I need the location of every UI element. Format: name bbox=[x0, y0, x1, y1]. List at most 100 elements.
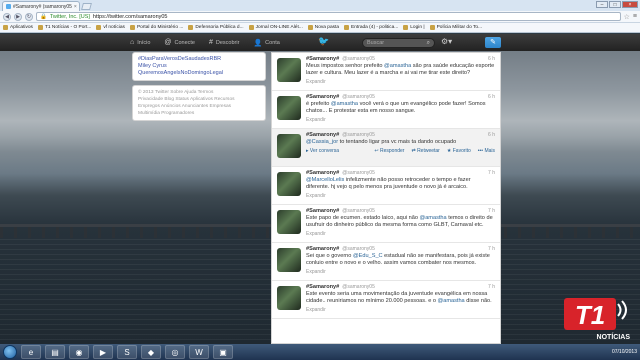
tweet-time[interactable]: 7 h bbox=[488, 246, 495, 252]
bookmark-star-icon[interactable]: ☆ bbox=[624, 13, 630, 21]
settings-gear-icon[interactable]: ⚙▾ bbox=[441, 37, 452, 46]
search-input[interactable]: Buscar ⌕ bbox=[362, 38, 435, 48]
trend-item[interactable]: #DiasParaVerosDeSaudadesRBR bbox=[138, 56, 260, 63]
back-button[interactable]: ◀ bbox=[3, 12, 11, 21]
maximize-button[interactable]: □ bbox=[609, 1, 621, 8]
mention-link[interactable]: @amastha bbox=[331, 101, 358, 107]
tweet-author-name[interactable]: #Samarony# bbox=[306, 170, 339, 176]
app-icon[interactable]: ◎ bbox=[165, 345, 185, 359]
mention-link[interactable]: @amastha bbox=[420, 215, 447, 221]
tweet-handle[interactable]: @samarony05 bbox=[342, 56, 375, 62]
tweet-handle[interactable]: @samarony05 bbox=[342, 246, 375, 252]
tweet[interactable]: #Samarony# @samarony05 7 h Sei que o gover… bbox=[272, 243, 500, 281]
tweet[interactable]: #Samarony# @samarony05 7 h Este papo de ec… bbox=[272, 205, 500, 243]
bookmark-item[interactable]: Defensoria Pública d... bbox=[188, 25, 244, 30]
bookmark-item[interactable]: Nova pasta bbox=[307, 25, 339, 30]
bookmark-item[interactable]: Jornal ON-LINE Alét... bbox=[248, 25, 303, 30]
compose-tweet-button[interactable]: ✎ bbox=[485, 37, 501, 48]
footer-links[interactable]: © 2013 Twitter Sobre Ajuda Termos bbox=[138, 89, 260, 96]
expand-link[interactable]: Expandir bbox=[306, 307, 495, 313]
avatar[interactable] bbox=[277, 172, 301, 196]
app-icon[interactable]: ◆ bbox=[141, 345, 161, 359]
tweet-time[interactable]: 7 h bbox=[488, 208, 495, 214]
tweet-time[interactable]: 7 h bbox=[488, 284, 495, 290]
reply-button[interactable]: ↩ Responder bbox=[374, 148, 404, 154]
chrome-icon[interactable]: ◉ bbox=[69, 345, 89, 359]
mention-link[interactable]: @MarcelloLelis bbox=[306, 177, 344, 183]
tab-close-icon[interactable]: × bbox=[74, 4, 77, 10]
view-conversation-link[interactable]: ▸ Ver conversa bbox=[306, 148, 339, 154]
start-button[interactable] bbox=[3, 345, 17, 359]
avatar[interactable] bbox=[277, 58, 301, 82]
tweet-author-name[interactable]: #Samarony# bbox=[306, 56, 339, 62]
tweet-handle[interactable]: @samarony05 bbox=[342, 94, 375, 100]
twitter-bird-icon[interactable]: 🐦 bbox=[318, 36, 329, 47]
bookmark-item[interactable]: Portal do Ministério ... bbox=[129, 25, 183, 30]
mention-link[interactable]: @Edu_S_C bbox=[353, 253, 383, 259]
skype-icon[interactable]: S bbox=[117, 345, 137, 359]
bookmark-item[interactable]: Aplicativos bbox=[3, 25, 33, 30]
avatar[interactable] bbox=[277, 286, 301, 310]
avatar[interactable] bbox=[277, 248, 301, 272]
trend-item[interactable]: Miley Cyrus bbox=[138, 63, 260, 70]
tweet[interactable]: #Samarony# @samarony05 6 h é prefeito @ama… bbox=[272, 91, 500, 129]
search-icon[interactable]: ⌕ bbox=[427, 40, 430, 47]
bookmark-item[interactable]: vf notícias bbox=[96, 25, 125, 30]
mention-link[interactable]: @amastha bbox=[384, 63, 411, 69]
nav-home[interactable]: ⌂ Início bbox=[130, 39, 150, 46]
tweet[interactable]: #Samarony# @samarony05 7 h Este evento ser… bbox=[272, 281, 500, 319]
ie-icon[interactable]: e bbox=[21, 345, 41, 359]
footer-links[interactable]: Privacidade Blog Status Aplicativos Recu… bbox=[138, 96, 260, 103]
tweet[interactable]: #Samarony# @samarony05 6 h Meus impostos s… bbox=[272, 53, 500, 91]
tweet-handle[interactable]: @samarony05 bbox=[342, 170, 375, 176]
new-tab-button[interactable] bbox=[81, 3, 92, 10]
more-button[interactable]: ••• Mais bbox=[478, 148, 495, 154]
tweet-author-name[interactable]: #Samarony# bbox=[306, 284, 339, 290]
tweet[interactable]: #Samarony# @samarony05 6 h @Cassia_jor to … bbox=[272, 129, 500, 167]
minimize-button[interactable]: – bbox=[596, 1, 608, 8]
tweet-author-name[interactable]: #Samarony# bbox=[306, 246, 339, 252]
avatar[interactable] bbox=[277, 210, 301, 234]
tweet-time[interactable]: 6 h bbox=[488, 132, 495, 138]
tweet-handle[interactable]: @samarony05 bbox=[342, 132, 375, 138]
footer-links[interactable]: Multimídia Programadores bbox=[138, 110, 260, 117]
avatar[interactable] bbox=[277, 96, 301, 120]
word-icon[interactable]: W bbox=[189, 345, 209, 359]
bookmark-item[interactable]: T1 Notícias - O Port... bbox=[37, 25, 91, 30]
favorite-button[interactable]: ★ Favorito bbox=[447, 148, 471, 154]
forward-button[interactable]: ▶ bbox=[14, 12, 22, 21]
system-clock[interactable]: 07/10/2013 bbox=[612, 349, 637, 355]
app-icon[interactable]: ▣ bbox=[213, 345, 233, 359]
tweet-author-name[interactable]: #Samarony# bbox=[306, 94, 339, 100]
tweet-time[interactable]: 6 h bbox=[488, 56, 495, 62]
media-player-icon[interactable]: ▶ bbox=[93, 345, 113, 359]
footer-links[interactable]: Empregos Anúncios Anunciantes Empresas bbox=[138, 103, 260, 110]
tweet-handle[interactable]: @samarony05 bbox=[342, 284, 375, 290]
tweet-time[interactable]: 6 h bbox=[488, 94, 495, 100]
expand-link[interactable]: Expandir bbox=[306, 269, 495, 275]
trend-item[interactable]: QueremosAngelsNoDomingoLegal bbox=[138, 70, 260, 77]
tweet-handle[interactable]: @samarony05 bbox=[342, 208, 375, 214]
nav-account[interactable]: 👤 Conta bbox=[253, 39, 279, 47]
nav-connect[interactable]: @ Conecte bbox=[164, 39, 195, 46]
menu-icon[interactable]: ≡ bbox=[633, 13, 637, 20]
bookmark-item[interactable]: Login | bbox=[403, 25, 425, 30]
nav-discover[interactable]: # Descobrir bbox=[209, 39, 239, 46]
bookmark-item[interactable]: Polícia Militar do To... bbox=[429, 25, 482, 30]
reload-button[interactable]: ↻ bbox=[25, 12, 33, 21]
bookmark-item[interactable]: Entrada (4) - politica... bbox=[344, 25, 398, 30]
tweet-author-name[interactable]: #Samarony# bbox=[306, 132, 339, 138]
retweet-button[interactable]: ⇄ Retweetar bbox=[411, 148, 439, 154]
expand-link[interactable]: Expandir bbox=[306, 193, 495, 199]
url-bar[interactable]: 🔒 Twitter, Inc. [US] https://twitter.com… bbox=[36, 12, 621, 21]
tweet-author-name[interactable]: #Samarony# bbox=[306, 208, 339, 214]
browser-tab[interactable]: #Samarony# (samarony05 × bbox=[2, 1, 80, 11]
mention-link[interactable]: @amastha bbox=[438, 298, 465, 304]
tweet-time[interactable]: 7 h bbox=[488, 170, 495, 176]
avatar[interactable] bbox=[277, 134, 301, 158]
mention-link[interactable]: @Cassia_jor bbox=[306, 139, 338, 145]
expand-link[interactable]: Expandir bbox=[306, 231, 495, 237]
expand-link[interactable]: Expandir bbox=[306, 117, 495, 123]
expand-link[interactable]: Expandir bbox=[306, 79, 495, 85]
explorer-folder-icon[interactable]: ▤ bbox=[45, 345, 65, 359]
